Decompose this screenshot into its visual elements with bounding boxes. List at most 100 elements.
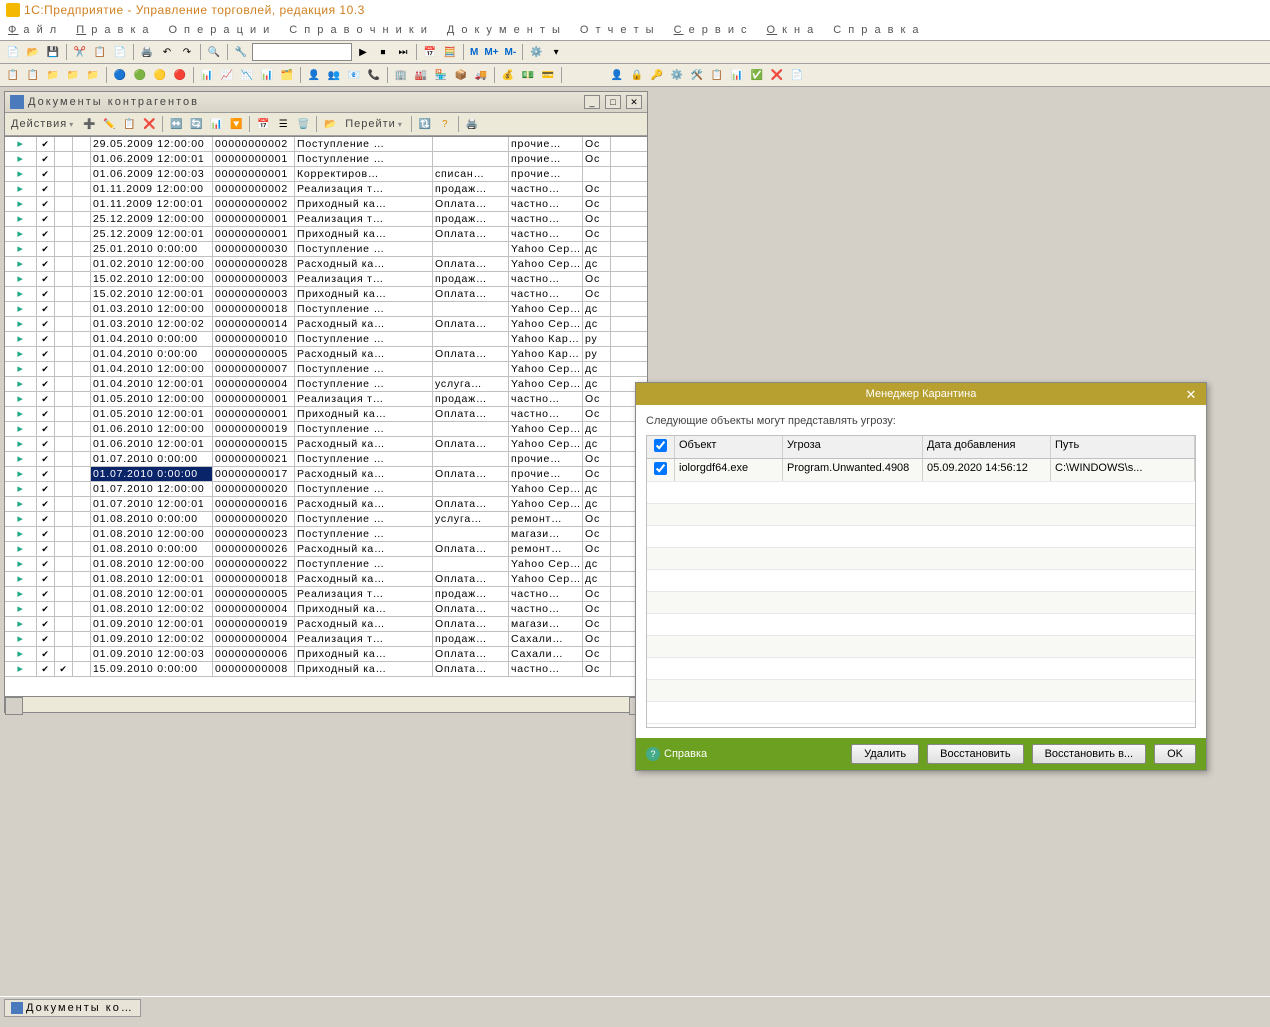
- table-row[interactable]: ▸✔01.08.2010 12:00:0100000000005Реализац…: [5, 587, 647, 602]
- tb2-24[interactable]: 💰: [499, 66, 517, 84]
- undo-icon[interactable]: ↶: [158, 43, 176, 61]
- tb2-34[interactable]: ✅: [748, 66, 766, 84]
- table-row[interactable]: ▸✔01.09.2010 12:00:0100000000019Расходны…: [5, 617, 647, 632]
- table-row[interactable]: ▸✔01.05.2010 12:00:0100000000001Приходны…: [5, 407, 647, 422]
- dtb-edit-icon[interactable]: ✏️: [100, 115, 118, 133]
- table-row[interactable]: ▸✔01.08.2010 12:00:0100000000018Расходны…: [5, 572, 647, 587]
- doc-window-titlebar[interactable]: Документы контрагентов _ □ ✕: [5, 92, 647, 113]
- tb2-25[interactable]: 💵: [519, 66, 537, 84]
- tb2-36[interactable]: 📄: [788, 66, 806, 84]
- table-row[interactable]: ▸✔01.07.2010 0:00:0000000000021Поступлен…: [5, 452, 647, 467]
- table-row[interactable]: ▸✔25.01.2010 0:00:0000000000030Поступлен…: [5, 242, 647, 257]
- table-row[interactable]: ▸✔01.09.2010 12:00:0300000000006Приходны…: [5, 647, 647, 662]
- table-row[interactable]: ▸✔01.08.2010 12:00:0000000000022Поступле…: [5, 557, 647, 572]
- gear-icon[interactable]: ⚙️: [527, 43, 545, 61]
- tb2-6[interactable]: 🔵: [111, 66, 129, 84]
- table-row[interactable]: ▸✔01.04.2010 0:00:0000000000010Поступлен…: [5, 332, 647, 347]
- table-row[interactable]: ▸✔01.08.2010 12:00:0200000000004Приходны…: [5, 602, 647, 617]
- tb2-29[interactable]: 🔑: [648, 66, 666, 84]
- help-link[interactable]: ? Справка: [646, 747, 707, 761]
- table-row[interactable]: ▸✔01.07.2010 0:00:0000000000017Расходный…: [5, 467, 647, 482]
- tb2-22[interactable]: 📦: [452, 66, 470, 84]
- tb2-14[interactable]: 🗂️: [278, 66, 296, 84]
- table-row[interactable]: ▸✔15.02.2010 12:00:0000000000003Реализац…: [5, 272, 647, 287]
- dtb-goto-icon[interactable]: 📂: [321, 115, 339, 133]
- dtb-copy-icon[interactable]: 📋: [120, 115, 138, 133]
- tb2-7[interactable]: 🟢: [131, 66, 149, 84]
- tb2-20[interactable]: 🏭: [412, 66, 430, 84]
- tb2-3[interactable]: 📁: [44, 66, 62, 84]
- table-row[interactable]: ▸✔01.04.2010 0:00:0000000000005Расходный…: [5, 347, 647, 362]
- dtb-clear-icon[interactable]: 🗑️: [294, 115, 312, 133]
- select-all-checkbox[interactable]: [654, 439, 667, 452]
- dtb-refresh2-icon[interactable]: 🔃: [416, 115, 434, 133]
- tb2-23[interactable]: 🚚: [472, 66, 490, 84]
- tb2-17[interactable]: 📧: [345, 66, 363, 84]
- tb2-13[interactable]: 📊: [258, 66, 276, 84]
- tb2-31[interactable]: 🛠️: [688, 66, 706, 84]
- menu-docs[interactable]: Д о к у м е н т ы: [447, 24, 562, 36]
- restore-to-button[interactable]: Восстановить в...: [1032, 744, 1147, 764]
- menu-refs[interactable]: С п р а в о ч н и к и: [289, 24, 429, 36]
- taskbar-item[interactable]: Документы ко…: [4, 999, 141, 1017]
- paste-icon[interactable]: 📄: [111, 43, 129, 61]
- calc-icon[interactable]: 🧮: [441, 43, 459, 61]
- dtb-del-icon[interactable]: ❌: [140, 115, 158, 133]
- table-row[interactable]: ▸✔01.11.2009 12:00:0100000000002Приходны…: [5, 197, 647, 212]
- dtb-refresh-icon[interactable]: 🔄: [187, 115, 205, 133]
- tb2-8[interactable]: 🟡: [151, 66, 169, 84]
- tb2-15[interactable]: 👤: [305, 66, 323, 84]
- table-row[interactable]: ▸✔01.08.2010 0:00:0000000000026Расходный…: [5, 542, 647, 557]
- table-row[interactable]: ▸✔✔15.09.2010 0:00:0000000000008Приходны…: [5, 662, 647, 677]
- q-row-check[interactable]: [647, 459, 675, 481]
- stop-icon[interactable]: ⏹: [374, 43, 392, 61]
- table-row[interactable]: ▸✔01.04.2010 12:00:0100000000004Поступле…: [5, 377, 647, 392]
- q-col-check[interactable]: [647, 436, 675, 458]
- dtb-period-icon[interactable]: 📅: [254, 115, 272, 133]
- dtb-select-icon[interactable]: ☰: [274, 115, 292, 133]
- q-col-date[interactable]: Дата добавления: [923, 436, 1051, 458]
- tb2-26[interactable]: 💳: [539, 66, 557, 84]
- menu-service[interactable]: С е р в и с: [674, 24, 749, 36]
- table-row[interactable]: ▸✔01.08.2010 12:00:0000000000023Поступле…: [5, 527, 647, 542]
- menu-windows[interactable]: О к н а: [767, 24, 816, 36]
- tb2-30[interactable]: ⚙️: [668, 66, 686, 84]
- table-row[interactable]: ▸✔01.05.2010 12:00:0000000000001Реализац…: [5, 392, 647, 407]
- menu-file[interactable]: Ф а й л: [8, 24, 58, 36]
- search-icon[interactable]: 🔍: [205, 43, 223, 61]
- menu-ops[interactable]: О п е р а ц и и: [168, 24, 271, 36]
- quarantine-row[interactable]: iolorgdf64.exeProgram.Unwanted.490805.09…: [647, 459, 1195, 482]
- table-row[interactable]: ▸✔01.09.2010 12:00:0200000000004Реализац…: [5, 632, 647, 647]
- menu-edit[interactable]: П р а в к а: [76, 24, 150, 36]
- goto-dropdown[interactable]: Перейти: [341, 118, 407, 130]
- tb2-18[interactable]: 📞: [365, 66, 383, 84]
- tb2-16[interactable]: 👥: [325, 66, 343, 84]
- horizontal-scrollbar[interactable]: [5, 696, 647, 712]
- tb2-19[interactable]: 🏢: [392, 66, 410, 84]
- menu-reports[interactable]: О т ч е т ы: [580, 24, 656, 36]
- table-row[interactable]: ▸✔25.12.2009 12:00:0100000000001Приходны…: [5, 227, 647, 242]
- table-row[interactable]: ▸✔29.05.2009 12:00:0000000000002Поступле…: [5, 137, 647, 152]
- table-row[interactable]: ▸✔01.07.2010 12:00:0000000000020Поступле…: [5, 482, 647, 497]
- doc-grid[interactable]: ▸✔29.05.2009 12:00:0000000000002Поступле…: [5, 136, 647, 696]
- table-row[interactable]: ▸✔01.06.2009 12:00:0300000000001Корректи…: [5, 167, 647, 182]
- open-icon[interactable]: 📂: [24, 43, 42, 61]
- table-row[interactable]: ▸✔01.06.2010 12:00:0100000000015Расходны…: [5, 437, 647, 452]
- combo[interactable]: [252, 43, 352, 61]
- tb2-9[interactable]: 🔴: [171, 66, 189, 84]
- close-button[interactable]: ✕: [626, 95, 642, 109]
- tb2-5[interactable]: 📁: [84, 66, 102, 84]
- q-col-path[interactable]: Путь: [1051, 436, 1195, 458]
- copy-icon[interactable]: 📋: [91, 43, 109, 61]
- print-icon[interactable]: 🖨️: [138, 43, 156, 61]
- table-row[interactable]: ▸✔01.02.2010 12:00:0000000000028Расходны…: [5, 257, 647, 272]
- tb2-21[interactable]: 🏪: [432, 66, 450, 84]
- tb2-2[interactable]: 📋: [24, 66, 42, 84]
- table-row[interactable]: ▸✔01.07.2010 12:00:0100000000016Расходны…: [5, 497, 647, 512]
- cut-icon[interactable]: ✂️: [71, 43, 89, 61]
- table-row[interactable]: ▸✔25.12.2009 12:00:0000000000001Реализац…: [5, 212, 647, 227]
- table-row[interactable]: ▸✔01.03.2010 12:00:0000000000018Поступле…: [5, 302, 647, 317]
- tb2-12[interactable]: 📉: [238, 66, 256, 84]
- ok-button[interactable]: OK: [1154, 744, 1196, 764]
- new-doc-icon[interactable]: 📄: [4, 43, 22, 61]
